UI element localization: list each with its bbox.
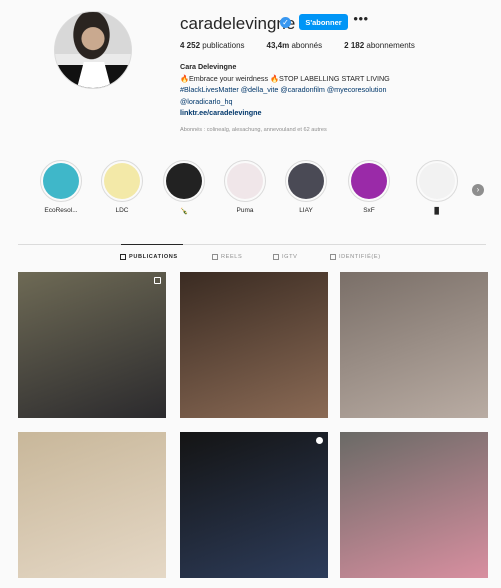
post-thumbnail[interactable] — [340, 272, 488, 418]
highlight-item[interactable]: EcoResol... — [38, 160, 84, 214]
highlight-cover — [224, 160, 266, 202]
grid-icon — [120, 254, 126, 260]
tab-tagged[interactable]: IDENTIFIÉ(E) — [330, 254, 381, 260]
highlight-cover — [285, 160, 327, 202]
more-options-icon[interactable]: ••• — [353, 12, 369, 30]
posts-stat: 4 252 publications — [180, 41, 245, 50]
tab-igtv[interactable]: IGTV — [273, 254, 297, 260]
highlight-item[interactable]: LIAY — [283, 160, 329, 214]
highlight-item[interactable]: 🍾 — [161, 160, 207, 215]
post-thumbnail[interactable] — [340, 432, 488, 578]
post-thumbnail[interactable] — [180, 272, 328, 418]
following-stat[interactable]: 2 182 abonnements — [344, 41, 415, 50]
bio-hashtags[interactable]: #BlackLivesMatter @della_vite @caradonfi… — [180, 84, 480, 96]
verified-badge-icon: ✓ — [280, 17, 291, 28]
highlight-label: EcoResol... — [44, 207, 78, 214]
highlight-item[interactable]: ▉ — [414, 160, 460, 215]
divider — [18, 244, 486, 245]
highlight-label: Puma — [236, 207, 254, 214]
tab-reels[interactable]: REELS — [212, 254, 242, 260]
highlight-cover — [348, 160, 390, 202]
carousel-icon — [154, 277, 161, 284]
story-highlights: EcoResol... LDC 🍾 Puma LIAY SxF ▉ — [38, 160, 488, 220]
highlight-label: LIAY — [299, 207, 313, 214]
reels-icon — [212, 254, 218, 260]
highlight-cover — [163, 160, 205, 202]
highlight-item[interactable]: SxF — [346, 160, 392, 214]
profile-avatar[interactable] — [54, 11, 132, 89]
post-thumbnail[interactable] — [18, 432, 166, 578]
highlight-label: 🍾 — [179, 208, 189, 215]
profile-bio: Cara Delevingne 🔥Embrace your weirdness … — [180, 61, 480, 119]
post-thumbnail[interactable] — [18, 272, 166, 418]
highlight-label: SxF — [363, 207, 375, 214]
tab-publications[interactable]: PUBLICATIONS — [120, 254, 178, 260]
highlight-cover — [101, 160, 143, 202]
post-thumbnail[interactable] — [180, 432, 328, 578]
bio-link[interactable]: linktr.ee/caradelevingne — [180, 107, 480, 119]
bio-mention[interactable]: @loradicarlo_hq — [180, 96, 480, 108]
highlight-cover — [416, 160, 458, 202]
profile-tabs: PUBLICATIONS REELS IGTV IDENTIFIÉ(E) — [0, 254, 501, 266]
tagged-icon — [330, 254, 336, 260]
follow-button[interactable]: S'abonner — [299, 14, 348, 30]
igtv-icon — [273, 254, 279, 260]
highlight-cover — [40, 160, 82, 202]
highlight-item[interactable]: Puma — [222, 160, 268, 214]
highlight-label: LDC — [115, 207, 129, 214]
profile-username: caradelevingne — [180, 14, 296, 33]
bio-name: Cara Delevingne — [180, 62, 237, 71]
highlight-item[interactable]: LDC — [99, 160, 145, 214]
chevron-right-icon[interactable]: › — [472, 184, 484, 196]
bio-line: 🔥Embrace your weirdness 🔥STOP LABELLING … — [180, 73, 390, 83]
video-icon — [316, 437, 323, 444]
active-tab-indicator — [121, 244, 183, 245]
highlight-label: ▉ — [434, 208, 440, 215]
followers-stat[interactable]: 43,4m abonnés — [267, 41, 323, 50]
profile-stats: 4 252 publications 43,4m abonnés 2 182 a… — [180, 41, 415, 50]
followed-by-text[interactable]: Abonnés : colinealg, alesachung, annevou… — [180, 127, 327, 133]
